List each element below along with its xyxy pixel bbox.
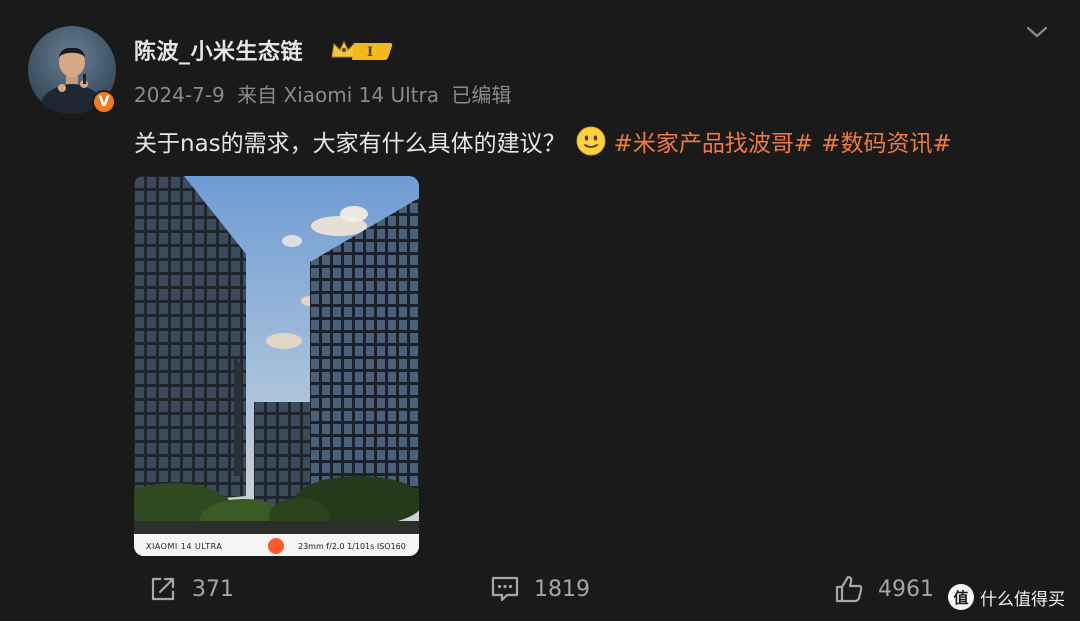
camera-watermark-bar: XIAOMI 14 ULTRA 23mm f/2.0 1/101s ISO160 [134, 534, 419, 556]
post-text: 关于nas的需求，大家有什么具体的建议？ #米家产品找波哥# #数码资讯# [134, 124, 960, 158]
comment-icon [491, 576, 519, 602]
site-watermark: 值 什么值得买 [948, 584, 1065, 610]
post-body: 关于nas的需求，大家有什么具体的建议？ [134, 131, 566, 157]
chevron-down-icon[interactable] [1024, 20, 1050, 44]
weibo-post: V 陈波_小米生态链 I 2024-7-9 来自 Xiaomi 14 Ultra… [0, 0, 1080, 621]
verified-v-icon: V [92, 90, 116, 114]
like-count: 4961 [878, 576, 934, 602]
comment-button[interactable]: 1819 [490, 572, 590, 606]
post-date[interactable]: 2024-7-9 [134, 83, 225, 107]
author-name[interactable]: 陈波_小米生态链 [134, 34, 303, 66]
post-photo[interactable]: XIAOMI 14 ULTRA 23mm f/2.0 1/101s ISO160 [134, 176, 419, 556]
smile-emoji-icon [576, 126, 606, 156]
leica-logo-icon [268, 538, 284, 554]
repost-button[interactable]: 371 [148, 572, 234, 606]
repost-count: 371 [192, 576, 234, 602]
post-source: 来自 Xiaomi 14 Ultra [237, 83, 439, 107]
hashtag-digital-news[interactable]: #数码资讯# [821, 124, 952, 158]
edited-label[interactable]: 已编辑 [451, 83, 511, 107]
watermark-specs: 23mm f/2.0 1/101s ISO160 [298, 542, 406, 551]
level-badge-text: I [367, 45, 373, 60]
repost-icon [151, 577, 175, 601]
site-watermark-text: 什么值得买 [980, 589, 1065, 610]
hashtag-mijia[interactable]: #米家产品找波哥# [614, 124, 814, 158]
comment-count: 1819 [534, 576, 590, 602]
post-meta: 2024-7-9 来自 Xiaomi 14 Ultra 已编辑 [134, 79, 517, 108]
thumbs-up-icon [835, 575, 863, 603]
crown-icon[interactable]: I [330, 38, 394, 62]
like-button[interactable]: 4961 [834, 572, 934, 606]
watermark-brand: XIAOMI 14 ULTRA [146, 542, 223, 551]
smzdm-logo-icon: 值 [948, 584, 974, 610]
